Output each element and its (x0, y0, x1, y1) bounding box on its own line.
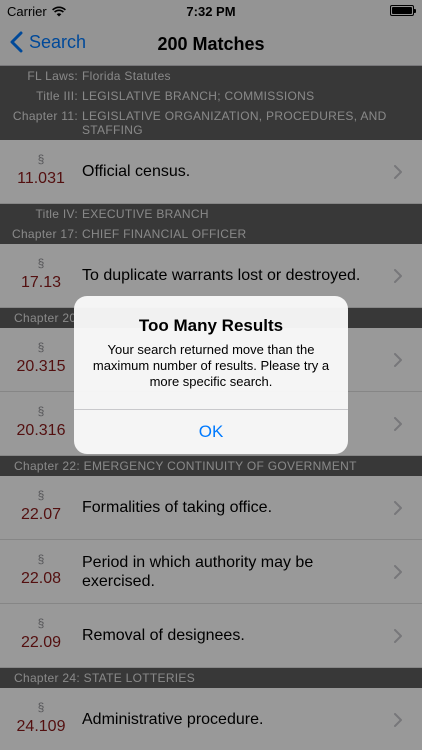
alert-message: Your search returned move than the maxim… (92, 342, 330, 389)
alert-title: Too Many Results (138, 316, 284, 335)
alert-dialog: Too Many Results Your search returned mo… (74, 296, 348, 454)
screen: Carrier 7:32 PM Search 200 Matches FL La… (0, 0, 422, 750)
alert-ok-button[interactable]: OK (74, 410, 348, 454)
